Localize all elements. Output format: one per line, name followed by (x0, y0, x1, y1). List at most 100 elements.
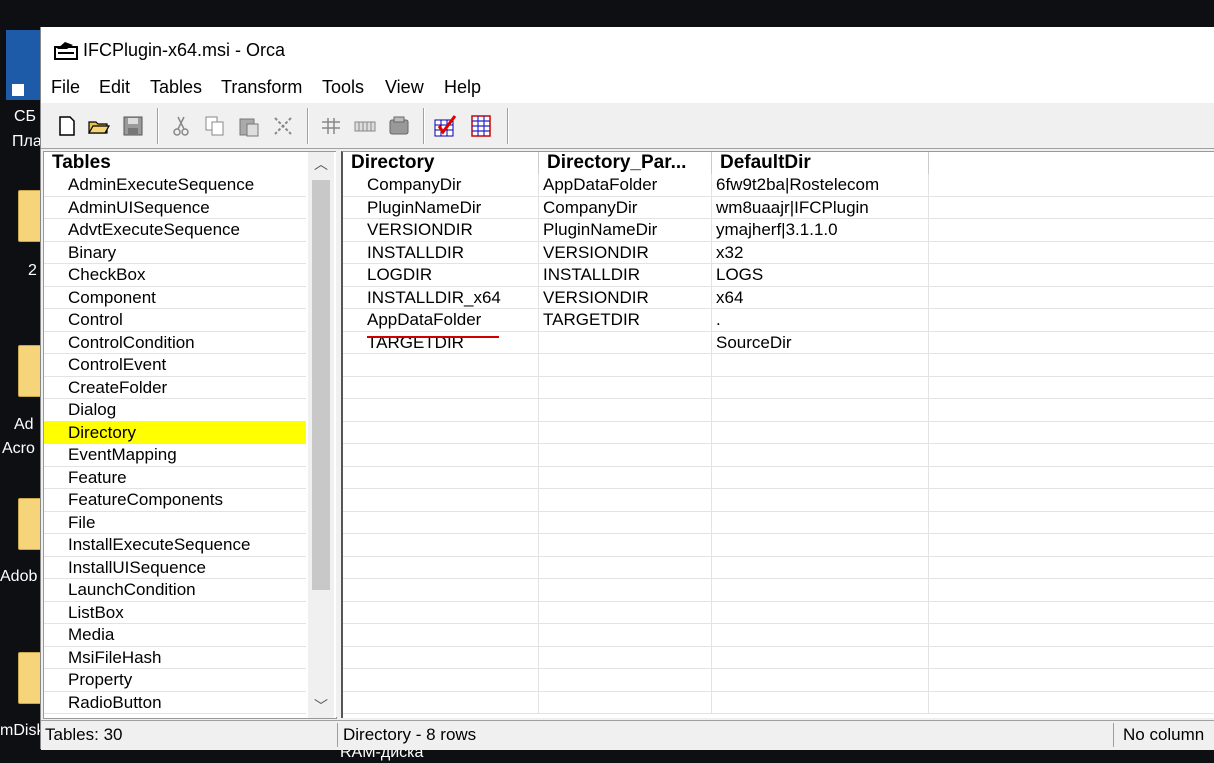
table-list-item[interactable]: ListBox (44, 602, 306, 624)
paste-icon[interactable] (237, 114, 261, 138)
table-cell[interactable]: CompanyDir (343, 174, 539, 197)
new-icon[interactable] (55, 114, 79, 138)
table-cell[interactable]: PluginNameDir (539, 219, 712, 242)
title-bar[interactable]: IFCPlugin-x64.msi - Orca (41, 27, 1214, 73)
scroll-thumb[interactable] (312, 180, 330, 590)
table-list-item[interactable]: Binary (44, 242, 306, 264)
table-cell[interactable]: INSTALLDIR (343, 241, 539, 264)
folder-icon[interactable] (18, 652, 42, 704)
table-cell[interactable]: ymajherf|3.1.1.0 (712, 219, 929, 242)
table-row[interactable]: LOGDIR INSTALLDIR LOGS (343, 264, 1214, 287)
table-cell[interactable]: x32 (712, 241, 929, 264)
table-list-item[interactable]: Feature (44, 467, 306, 489)
table-list-item[interactable]: Component (44, 287, 306, 309)
table-list-item[interactable]: ControlEvent (44, 354, 306, 377)
table-cell (539, 579, 712, 602)
folder-icon[interactable] (18, 190, 42, 242)
table-cell[interactable]: AppDataFolder (539, 174, 712, 197)
table-cell[interactable]: CompanyDir (539, 196, 712, 219)
grid-icon[interactable] (469, 114, 493, 138)
menu-view[interactable]: View (385, 77, 424, 98)
table-list-item[interactable]: AdminUISequence (44, 197, 306, 219)
validate-icon[interactable] (433, 114, 457, 138)
table-icon-3[interactable] (387, 114, 411, 138)
table-cell[interactable]: SourceDir (712, 331, 929, 354)
table-list-item[interactable]: Media (44, 624, 306, 647)
copy-icon[interactable] (203, 114, 227, 138)
menu-tools[interactable]: Tools (322, 77, 364, 98)
table-icon-2[interactable] (353, 114, 377, 138)
table-row[interactable]: PluginNameDir CompanyDir wm8uaajr|IFCPlugi… (343, 196, 1214, 219)
menu-edit[interactable]: Edit (99, 77, 130, 98)
empty-row (343, 691, 1214, 714)
table-list-item[interactable]: Directory (44, 421, 306, 444)
table-list-item[interactable]: EventMapping (44, 444, 306, 467)
tables-list: AdminExecuteSequence AdminUISequence AdvtE… (44, 174, 306, 714)
table-cell[interactable]: INSTALLDIR (539, 264, 712, 287)
table-cell[interactable]: TARGETDIR (343, 331, 539, 354)
table-cell[interactable]: VERSIONDIR (539, 241, 712, 264)
menu-file[interactable]: File (51, 77, 80, 98)
open-icon[interactable] (87, 114, 111, 138)
table-list-item[interactable]: AdminExecuteSequence (44, 174, 306, 197)
table-cell[interactable]: TARGETDIR (539, 309, 712, 332)
table-list-item[interactable]: InstallExecuteSequence (44, 534, 306, 557)
table-cell[interactable]: VERSIONDIR (343, 219, 539, 242)
column-header-directory[interactable]: Directory (343, 152, 539, 174)
table-cell[interactable]: AppDataFolder (343, 309, 539, 332)
column-header-defaultdir[interactable]: DefaultDir (712, 152, 929, 174)
save-icon[interactable] (121, 114, 145, 138)
table-cell[interactable] (539, 331, 712, 354)
menu-help[interactable]: Help (444, 77, 481, 98)
tables-header[interactable]: Tables (44, 152, 314, 174)
table-cell (539, 376, 712, 399)
empty-row (343, 534, 1214, 557)
column-header-directory-parent[interactable]: Directory_Par... (539, 152, 712, 174)
table-cell (343, 624, 539, 647)
table-cell[interactable]: VERSIONDIR (539, 286, 712, 309)
folder-icon[interactable] (18, 498, 42, 550)
table-list-item[interactable]: FeatureComponents (44, 489, 306, 512)
table-cell[interactable]: 6fw9t2ba|Rostelecom (712, 174, 929, 197)
table-list-item[interactable]: File (44, 512, 306, 534)
folder-icon[interactable] (18, 345, 42, 397)
table-list-item[interactable]: CreateFolder (44, 377, 306, 399)
table-cell[interactable]: LOGDIR (343, 264, 539, 287)
menu-tables[interactable]: Tables (150, 77, 202, 98)
cut-icon[interactable] (169, 114, 193, 138)
table-cell[interactable]: PluginNameDir (343, 196, 539, 219)
table-cell[interactable]: x64 (712, 286, 929, 309)
empty-row (343, 466, 1214, 489)
menu-transform[interactable]: Transform (221, 77, 302, 98)
table-list-item[interactable]: Dialog (44, 399, 306, 422)
table-list-item[interactable]: LaunchCondition (44, 579, 306, 602)
table-list-item[interactable]: AdvtExecuteSequence (44, 219, 306, 242)
tables-scrollbar[interactable]: ︿ ﹀ (308, 152, 334, 718)
table-list-item[interactable]: Property (44, 669, 306, 692)
desktop-label: Пла (12, 133, 42, 150)
table-list-item[interactable]: CheckBox (44, 264, 306, 287)
table-row[interactable]: AppDataFolder TARGETDIR. (343, 309, 1214, 332)
table-list-item[interactable]: RadioButton (44, 692, 306, 714)
table-cell (343, 489, 539, 512)
orca-window: IFCPlugin-x64.msi - Orca File Edit Table… (40, 27, 1214, 750)
table-list-item[interactable]: InstallUISequence (44, 557, 306, 579)
table-list-item[interactable]: Control (44, 309, 306, 332)
scroll-down-icon[interactable]: ﹀ (314, 696, 328, 716)
table-list-item[interactable]: ControlCondition (44, 332, 306, 354)
table-icon-1[interactable] (319, 114, 343, 138)
table-row[interactable]: VERSIONDIR PluginNameDir ymajherf|3.1.1.0 (343, 219, 1214, 242)
scroll-up-icon[interactable]: ︿ (314, 154, 328, 174)
table-row[interactable]: INSTALLDIR_x64 VERSIONDIR x64 (343, 286, 1214, 309)
delete-icon[interactable] (271, 114, 295, 138)
table-list-item[interactable]: MsiFileHash (44, 647, 306, 669)
table-row[interactable]: TARGETDIR SourceDir (343, 331, 1214, 354)
table-row[interactable]: INSTALLDIR VERSIONDIR x32 (343, 241, 1214, 264)
table-cell[interactable]: LOGS (712, 264, 929, 287)
table-row[interactable]: CompanyDir AppDataFolder 6fw9t2ba|Rostelec… (343, 174, 1214, 197)
table-cell (539, 511, 712, 534)
table-cell[interactable]: . (712, 309, 929, 332)
table-cell[interactable]: wm8uaajr|IFCPlugin (712, 196, 929, 219)
table-cell (712, 624, 929, 647)
table-cell[interactable]: INSTALLDIR_x64 (343, 286, 539, 309)
